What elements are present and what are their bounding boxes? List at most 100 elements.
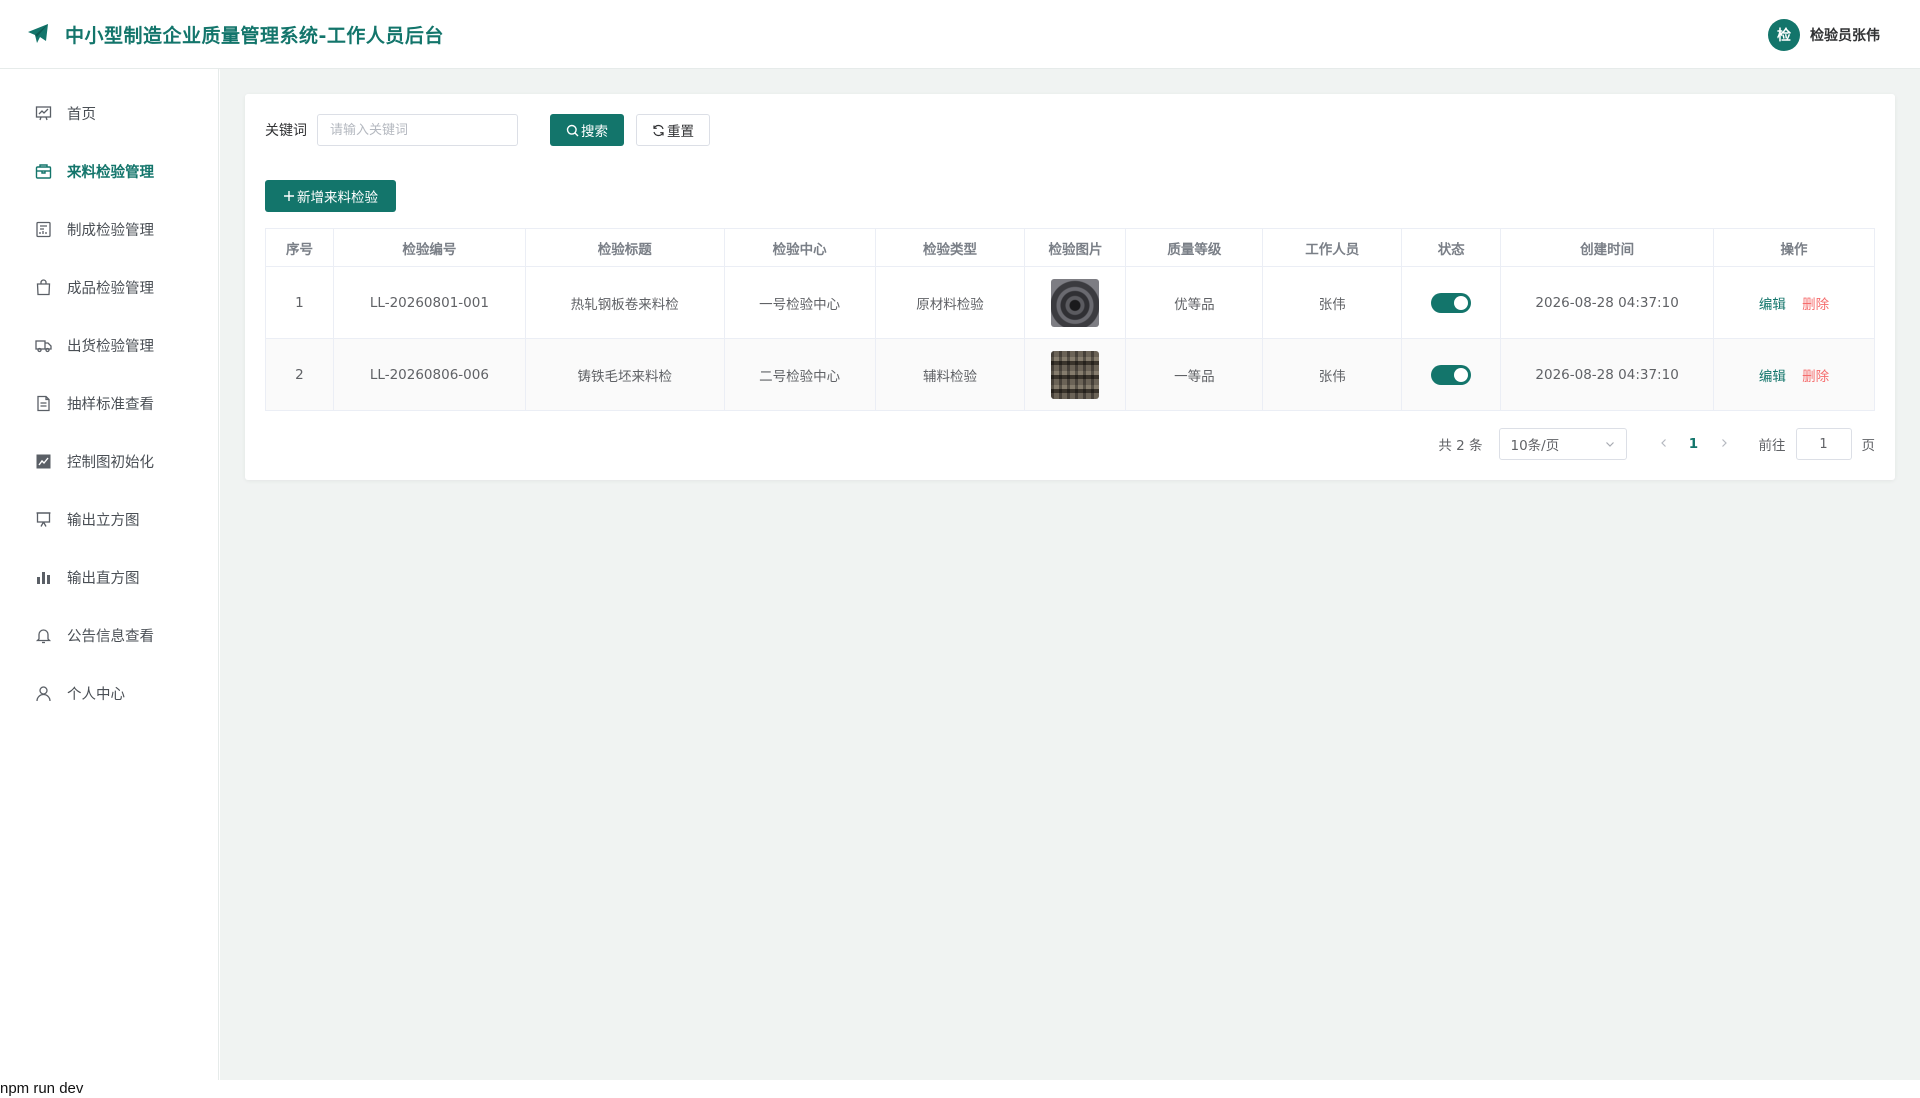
next-page-button[interactable] bbox=[1709, 437, 1739, 451]
keyword-input[interactable] bbox=[317, 114, 518, 146]
inspection-table: 序号 检验编号 检验标题 检验中心 检验类型 检验图片 质量等级 工作人员 状态… bbox=[265, 228, 1875, 411]
main-content: 关键词 搜索 重置 新增来料检验 bbox=[220, 69, 1920, 1080]
edit-button[interactable]: 编辑 bbox=[1759, 369, 1786, 385]
cell-type: 原材料检验 bbox=[875, 266, 1026, 339]
sidebar-item-home[interactable]: 首页 bbox=[0, 84, 218, 142]
sidebar-item-shipping-inspection[interactable]: 出货检验管理 bbox=[0, 316, 218, 374]
sidebar-item-label: 首页 bbox=[67, 106, 96, 123]
cell-created: 2026-08-28 04:37:10 bbox=[1500, 266, 1715, 339]
avatar[interactable]: 检 bbox=[1768, 19, 1800, 51]
sidebar-item-cube-chart[interactable]: 输出立方图 bbox=[0, 490, 218, 548]
reset-button[interactable]: 重置 bbox=[636, 114, 710, 146]
chevron-right-icon bbox=[1721, 439, 1727, 447]
content-card: 关键词 搜索 重置 新增来料检验 bbox=[245, 94, 1895, 480]
status-toggle[interactable] bbox=[1431, 364, 1472, 385]
sidebar-item-label: 抽样标准查看 bbox=[67, 396, 154, 413]
search-bar: 关键词 搜索 重置 bbox=[265, 114, 710, 146]
cell-index: 1 bbox=[265, 266, 334, 339]
shopping-bag-icon bbox=[35, 278, 52, 296]
goto-page-input[interactable] bbox=[1795, 428, 1852, 460]
column-header: 操作 bbox=[1713, 228, 1875, 267]
brand[interactable]: 中小型制造企业质量管理系统-工作人员后台 bbox=[26, 21, 444, 48]
page-size-select[interactable]: 10条/页 bbox=[1498, 428, 1627, 460]
column-header: 检验图片 bbox=[1024, 228, 1127, 267]
user-menu[interactable]: 检 检验员张伟 bbox=[1768, 19, 1880, 51]
sidebar-item-process-inspection[interactable]: 制成检验管理 bbox=[0, 200, 218, 258]
line-chart-icon bbox=[35, 453, 52, 470]
sidebar-menu: 首页 来料检验管理 制成检验管理 成品检验管理 出货检验管理 抽样标准查看 控制… bbox=[0, 69, 218, 722]
search-button[interactable]: 搜索 bbox=[550, 114, 624, 146]
presentation-icon bbox=[35, 511, 52, 528]
chevron-down-icon bbox=[1605, 442, 1614, 447]
column-header: 检验中心 bbox=[724, 228, 876, 267]
bar-chart-icon bbox=[35, 569, 52, 586]
inspection-image-thumbnail[interactable] bbox=[1051, 278, 1100, 327]
status-toggle[interactable] bbox=[1431, 292, 1472, 313]
cell-center: 二号检验中心 bbox=[724, 338, 876, 411]
cell-status bbox=[1401, 338, 1502, 411]
sidebar-item-sampling-standard[interactable]: 抽样标准查看 bbox=[0, 374, 218, 432]
table-header-row: 序号 检验编号 检验标题 检验中心 检验类型 检验图片 质量等级 工作人员 状态… bbox=[265, 228, 1875, 267]
add-button-label: 新增来料检验 bbox=[297, 190, 378, 206]
user-name[interactable]: 检验员张伟 bbox=[1810, 25, 1880, 45]
delete-button[interactable]: 删除 bbox=[1802, 369, 1829, 385]
sidebar-item-profile[interactable]: 个人中心 bbox=[0, 664, 218, 722]
table-row: 1 LL-20260801-001 热轧钢板卷来料检 一号检验中心 原材料检验 … bbox=[265, 266, 1875, 339]
cell-title: 热轧钢板卷来料检 bbox=[525, 266, 725, 339]
column-header: 检验类型 bbox=[875, 228, 1026, 267]
cell-title: 铸铁毛坯来料检 bbox=[525, 338, 725, 411]
page-unit-label: 页 bbox=[1861, 438, 1876, 454]
cell-staff: 张伟 bbox=[1262, 338, 1403, 411]
document-chart-icon bbox=[35, 221, 52, 238]
sidebar-item-control-chart-init[interactable]: 控制图初始化 bbox=[0, 432, 218, 490]
reset-button-label: 重置 bbox=[667, 124, 694, 140]
edit-button[interactable]: 编辑 bbox=[1759, 297, 1786, 313]
bell-icon bbox=[35, 627, 52, 644]
app-title: 中小型制造企业质量管理系统-工作人员后台 bbox=[65, 24, 444, 47]
refresh-icon bbox=[652, 124, 665, 137]
sidebar-item-label: 控制图初始化 bbox=[67, 454, 154, 471]
cell-actions: 编辑 删除 bbox=[1713, 266, 1875, 339]
chart-board-icon bbox=[35, 105, 52, 122]
sidebar-item-incoming-inspection[interactable]: 来料检验管理 bbox=[0, 142, 218, 200]
cell-image bbox=[1024, 338, 1127, 411]
search-button-label: 搜索 bbox=[581, 124, 608, 140]
sidebar-item-label: 制成检验管理 bbox=[67, 222, 154, 239]
sidebar-item-histogram[interactable]: 输出直方图 bbox=[0, 548, 218, 606]
keyword-label: 关键词 bbox=[265, 123, 307, 139]
column-header: 状态 bbox=[1401, 228, 1502, 267]
cell-code: LL-20260801-001 bbox=[333, 266, 526, 339]
inspection-image-thumbnail[interactable] bbox=[1051, 350, 1100, 399]
cell-code: LL-20260806-006 bbox=[333, 338, 526, 411]
sidebar-item-label: 成品检验管理 bbox=[67, 280, 154, 297]
plus-icon bbox=[283, 190, 295, 202]
cell-status bbox=[1401, 266, 1502, 339]
cell-center: 一号检验中心 bbox=[724, 266, 876, 339]
top-header: 中小型制造企业质量管理系统-工作人员后台 检 检验员张伟 bbox=[0, 0, 1920, 69]
cell-image bbox=[1024, 266, 1127, 339]
column-header: 检验编号 bbox=[333, 228, 526, 267]
column-header: 检验标题 bbox=[525, 228, 725, 267]
paper-plane-icon bbox=[28, 24, 48, 43]
column-header: 工作人员 bbox=[1262, 228, 1403, 267]
add-incoming-inspection-button[interactable]: 新增来料检验 bbox=[265, 180, 396, 212]
delete-button[interactable]: 删除 bbox=[1802, 297, 1829, 313]
sidebar-item-label: 输出直方图 bbox=[67, 570, 140, 587]
cell-grade: 优等品 bbox=[1125, 266, 1264, 339]
sidebar-item-announcements[interactable]: 公告信息查看 bbox=[0, 606, 218, 664]
sidebar-item-label: 出货检验管理 bbox=[67, 338, 154, 355]
column-header: 质量等级 bbox=[1125, 228, 1264, 267]
document-icon bbox=[35, 395, 52, 412]
truck-icon bbox=[35, 337, 52, 354]
cell-grade: 一等品 bbox=[1125, 338, 1264, 411]
sidebar-item-label: 个人中心 bbox=[67, 686, 125, 703]
package-icon bbox=[35, 163, 52, 180]
table-row: 2 LL-20260806-006 铸铁毛坯来料检 二号检验中心 辅料检验 一等… bbox=[265, 338, 1875, 411]
sidebar-item-label: 来料检验管理 bbox=[67, 164, 154, 181]
sidebar-item-product-inspection[interactable]: 成品检验管理 bbox=[0, 258, 218, 316]
cell-type: 辅料检验 bbox=[875, 338, 1026, 411]
page-number[interactable]: 1 bbox=[1679, 436, 1709, 452]
prev-page-button[interactable] bbox=[1649, 437, 1679, 451]
user-icon bbox=[35, 685, 52, 702]
goto-label: 前往 bbox=[1758, 438, 1786, 454]
